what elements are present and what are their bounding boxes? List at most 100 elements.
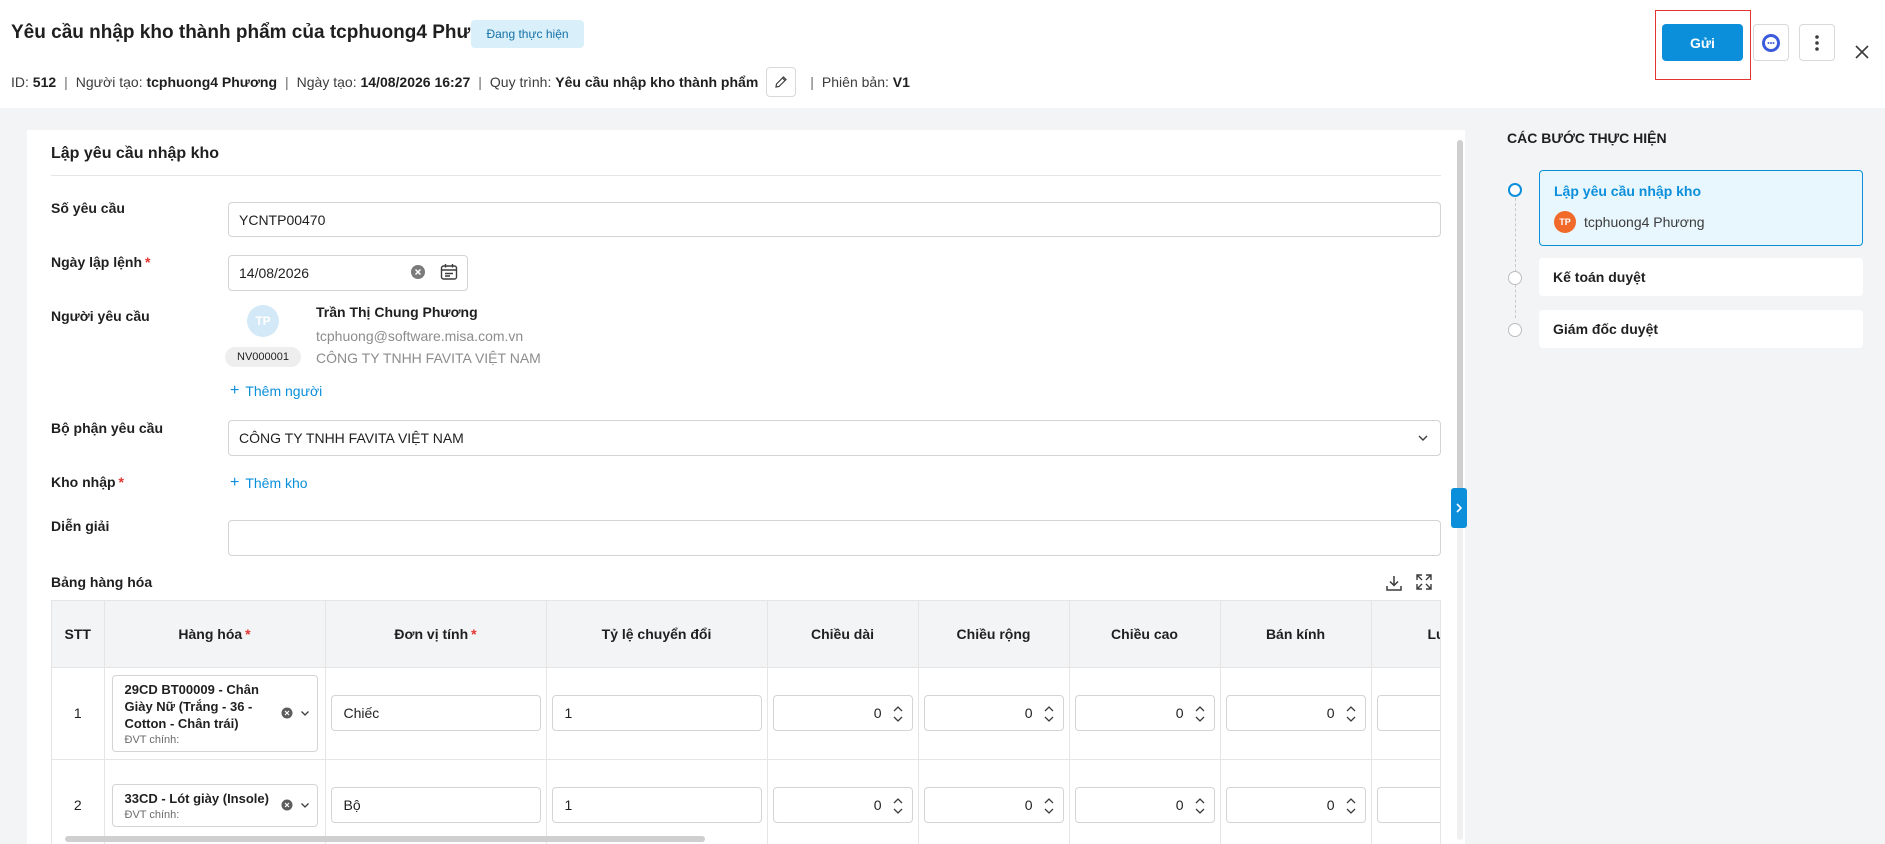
spinner-icon[interactable] bbox=[1194, 794, 1206, 818]
ratio-input[interactable]: 1 bbox=[551, 787, 762, 824]
table-row: 2 33CD - Lót giày (Insole) ĐVT chính: Bộ… bbox=[52, 758, 1440, 844]
request-no-input[interactable]: YCNTP00470 bbox=[228, 202, 1441, 237]
clear-icon[interactable] bbox=[281, 799, 293, 811]
height-value: 0 bbox=[1175, 705, 1184, 721]
width-value: 0 bbox=[1024, 705, 1033, 721]
edit-process-button[interactable] bbox=[766, 67, 797, 97]
description-input[interactable] bbox=[228, 520, 1441, 556]
more-options-button[interactable] bbox=[1799, 24, 1835, 61]
chat-button[interactable] bbox=[1753, 24, 1789, 61]
step-item-create-request[interactable]: Lập yêu cầu nhập kho TP tcphuong4 Phương bbox=[1539, 170, 1863, 246]
department-value: CÔNG TY TNHH FAVITA VIỆT NAM bbox=[239, 430, 464, 446]
spinner-icon[interactable] bbox=[1043, 702, 1055, 726]
vertical-scrollbar-thumb[interactable] bbox=[1457, 140, 1463, 510]
spinner-icon[interactable] bbox=[1194, 702, 1206, 726]
expand-icon[interactable] bbox=[1416, 574, 1432, 590]
horizontal-scrollbar-thumb[interactable] bbox=[65, 836, 705, 842]
collapse-panel-toggle[interactable] bbox=[1451, 488, 1467, 528]
ratio-cell: 1 bbox=[546, 666, 768, 759]
spinner-icon[interactable] bbox=[892, 794, 904, 818]
requester-code-badge: NV000001 bbox=[225, 347, 301, 367]
unit-input[interactable]: Chiếc bbox=[330, 695, 541, 731]
edit-icon bbox=[775, 76, 788, 88]
section-title: Lập yêu cầu nhập kho bbox=[51, 145, 220, 162]
meta-date-label: Ngày tạo: bbox=[296, 74, 357, 90]
steps-title: CÁC BƯỚC THỰC HIỆN bbox=[1507, 130, 1667, 146]
calendar-icon[interactable] bbox=[439, 262, 459, 282]
add-person-label: Thêm người bbox=[245, 383, 323, 399]
table-header-row: STT Hàng hóa * Đơn vị tính * Tỷ lệ chuyển … bbox=[52, 601, 1440, 667]
meta-creator-value: tcphuong4 Phương bbox=[146, 74, 278, 90]
width-input[interactable]: 0 bbox=[923, 787, 1064, 824]
ratio-input[interactable]: 1 bbox=[551, 695, 762, 731]
chat-icon bbox=[1762, 33, 1780, 52]
radius-value: 0 bbox=[1326, 705, 1335, 721]
more-vertical-icon bbox=[1815, 34, 1819, 51]
width-value: 0 bbox=[1024, 797, 1033, 814]
height-input[interactable]: 0 bbox=[1074, 787, 1215, 824]
spinner-icon[interactable] bbox=[1043, 794, 1055, 818]
height-value: 0 bbox=[1175, 797, 1184, 814]
length-cell: 0 bbox=[767, 758, 919, 844]
step-label: Kế toán duyệt bbox=[1553, 269, 1646, 285]
spinner-icon[interactable] bbox=[1345, 702, 1357, 726]
order-date-label-text: Ngày lập lệnh bbox=[51, 254, 143, 270]
spinner-icon[interactable] bbox=[892, 702, 904, 726]
col-unit: Đơn vị tính * bbox=[325, 601, 547, 667]
meta-id-label: ID: bbox=[11, 74, 29, 90]
ratio-cell: 1 bbox=[546, 758, 768, 844]
meta-process-label: Quy trình: bbox=[489, 74, 552, 90]
requester-company: CÔNG TY TNHH FAVITA VIỆT NAM bbox=[316, 350, 541, 366]
next-cell bbox=[1371, 666, 1440, 759]
step-item-accountant-approve[interactable]: Kế toán duyệt bbox=[1539, 258, 1863, 296]
col-length: Chiều dài bbox=[767, 601, 919, 667]
ratio-value: 1 bbox=[564, 705, 573, 721]
order-date-input[interactable]: 14/08/2026 bbox=[228, 255, 468, 291]
unit-input[interactable]: Bộ bbox=[330, 787, 541, 824]
chevron-down-icon[interactable] bbox=[299, 707, 311, 719]
add-person-link[interactable]: + Thêm người bbox=[230, 382, 322, 400]
width-cell: 0 bbox=[918, 758, 1070, 844]
width-input[interactable]: 0 bbox=[923, 695, 1064, 731]
goods-cell: 33CD - Lót giày (Insole) ĐVT chính: bbox=[104, 758, 326, 844]
add-warehouse-label: Thêm kho bbox=[245, 475, 308, 491]
height-input[interactable]: 0 bbox=[1074, 695, 1215, 731]
step-item-director-approve[interactable]: Giám đốc duyệt bbox=[1539, 310, 1863, 348]
length-input[interactable]: 0 bbox=[772, 695, 913, 731]
clear-icon[interactable] bbox=[281, 707, 293, 719]
height-cell: 0 bbox=[1069, 666, 1221, 759]
step-indicator bbox=[1508, 271, 1522, 285]
clear-icon[interactable] bbox=[410, 264, 426, 280]
download-icon[interactable] bbox=[1385, 574, 1403, 592]
unit-cell: Chiếc bbox=[325, 666, 547, 759]
add-warehouse-link[interactable]: + Thêm kho bbox=[230, 474, 308, 492]
send-button[interactable]: Gửi bbox=[1662, 24, 1743, 61]
col-next: Lư bbox=[1371, 601, 1440, 667]
radius-cell: 0 bbox=[1220, 666, 1372, 759]
next-input[interactable] bbox=[1376, 695, 1440, 731]
next-input[interactable] bbox=[1376, 787, 1440, 824]
radius-input[interactable]: 0 bbox=[1225, 787, 1366, 824]
required-mark: * bbox=[245, 625, 251, 642]
chevron-down-icon[interactable] bbox=[299, 799, 311, 811]
goods-table: STT Hàng hóa * Đơn vị tính * Tỷ lệ chuyển … bbox=[51, 600, 1441, 844]
goods-select[interactable]: 29CD BT00009 - Chân Giày Nữ (Trắng - 36 … bbox=[111, 674, 318, 752]
requester-name: Trần Thị Chung Phương bbox=[316, 304, 478, 320]
spinner-icon[interactable] bbox=[1345, 794, 1357, 818]
close-button[interactable] bbox=[1850, 40, 1874, 64]
meta-version-value: V1 bbox=[892, 74, 910, 90]
horizontal-scrollbar[interactable] bbox=[52, 836, 1466, 842]
department-select[interactable]: CÔNG TY TNHH FAVITA VIỆT NAM bbox=[228, 420, 1441, 456]
goods-select[interactable]: 33CD - Lót giày (Insole) ĐVT chính: bbox=[111, 783, 318, 827]
status-badge: Đang thực hiện bbox=[471, 20, 584, 48]
chevron-right-icon bbox=[1456, 503, 1463, 513]
col-unit-text: Đơn vị tính bbox=[394, 625, 469, 642]
col-radius: Bán kính bbox=[1220, 601, 1372, 667]
radius-input[interactable]: 0 bbox=[1225, 695, 1366, 731]
required-mark: * bbox=[471, 625, 477, 642]
length-input[interactable]: 0 bbox=[772, 787, 913, 824]
meta-process-value: Yêu cầu nhập kho thành phẩm bbox=[555, 74, 759, 90]
page-title: Yêu cầu nhập kho thành phẩm của tcphuong… bbox=[11, 22, 507, 43]
step-indicator bbox=[1508, 323, 1522, 337]
step-label: Lập yêu cầu nhập kho bbox=[1554, 183, 1702, 199]
